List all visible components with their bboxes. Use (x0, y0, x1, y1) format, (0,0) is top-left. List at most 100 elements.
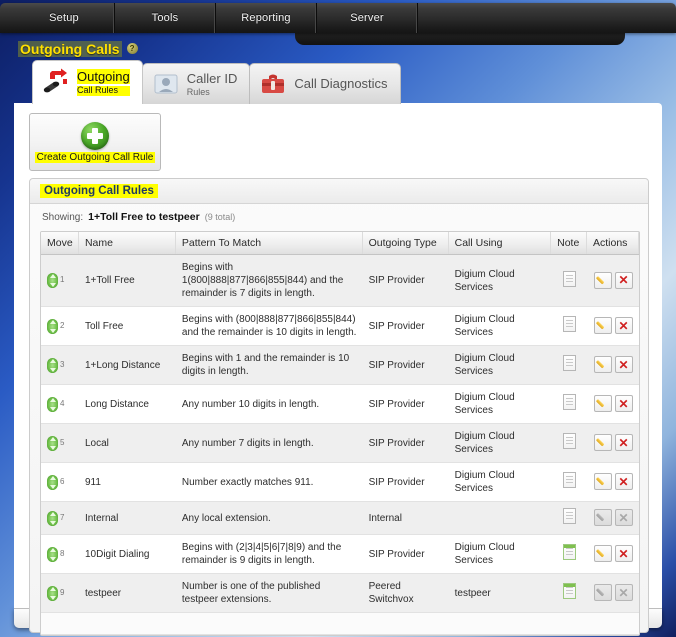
toolbox-icon (258, 69, 288, 99)
cell-pattern: Begins with 1(800|888|877|866|855|844) a… (175, 254, 363, 307)
delete-button[interactable]: ✕ (614, 545, 633, 562)
move-control[interactable]: 9 (47, 585, 73, 601)
edit-button[interactable] (593, 395, 612, 412)
cell-move: 5 (41, 423, 79, 463)
delete-button[interactable]: ✕ (614, 356, 633, 373)
delete-button[interactable]: ✕ (614, 271, 633, 289)
help-icon[interactable]: ? (126, 43, 138, 54)
delete-button[interactable]: ✕ (614, 473, 633, 490)
cell-call-using: Digium Cloud Services (448, 534, 552, 574)
edit-button[interactable] (593, 317, 612, 334)
move-control[interactable]: 1 (47, 273, 73, 288)
move-control[interactable]: 5 (47, 435, 73, 451)
section-header: Outgoing Call Rules (30, 179, 648, 204)
action-button-group: ✕ (593, 509, 633, 526)
cell-move: 1 (41, 254, 79, 307)
move-control[interactable]: 3 (47, 357, 73, 373)
note-page-icon[interactable] (562, 270, 576, 287)
table-row: 6 911 Number exactly matches 911. SIP Provi… (41, 462, 639, 502)
red-x-icon: ✕ (618, 273, 629, 287)
tab-caller-id-rules[interactable]: Caller ID Rules (141, 63, 251, 104)
content-panel: Create Outgoing Call Rule Outgoing Call … (14, 103, 662, 636)
cell-move: 9 (41, 573, 79, 613)
cell-actions: ✕ (587, 501, 639, 535)
move-updown-icon[interactable] (47, 474, 58, 490)
cell-outgoing-type: Internal (362, 501, 449, 535)
move-updown-icon[interactable] (47, 585, 58, 601)
delete-button[interactable]: ✕ (614, 395, 633, 412)
move-control[interactable]: 7 (47, 510, 73, 526)
table-row: 1 1+Toll Free Begins with 1(800|888|877|86… (41, 254, 639, 307)
cell-actions: ✕ (587, 345, 639, 385)
note-page-icon[interactable] (562, 472, 576, 488)
cell-actions: ✕ (587, 254, 639, 307)
note-page-icon[interactable] (562, 394, 576, 410)
move-order-number: 7 (60, 512, 65, 522)
action-button-group: ✕ (593, 271, 633, 289)
edit-button[interactable] (593, 473, 612, 490)
cell-note (551, 501, 587, 535)
outgoing-call-rules-section: Outgoing Call Rules Showing: 1+Toll Free… (29, 178, 649, 636)
cell-pattern: Number is one of the published testpeer … (175, 573, 363, 613)
move-updown-icon[interactable] (47, 435, 58, 451)
note-page-icon[interactable] (562, 355, 576, 371)
tab-call-diagnostics[interactable]: Call Diagnostics (249, 63, 401, 104)
cell-call-using: Digium Cloud Services (448, 345, 552, 385)
move-control[interactable]: 8 (47, 546, 73, 562)
tab-label-group: Outgoing Call Rules (77, 69, 130, 96)
table-filler-cell (41, 612, 639, 635)
note-page-icon[interactable] (562, 508, 576, 524)
table-row: 9 testpeer Number is one of the published … (41, 573, 639, 613)
cell-pattern: Begins with (2|3|4|5|6|7|8|9) and the re… (175, 534, 363, 574)
create-outgoing-call-rule-button[interactable]: Create Outgoing Call Rule (29, 113, 161, 171)
nav-item-server[interactable]: Server (317, 3, 418, 33)
column-header-outgoing-type: Outgoing Type (362, 232, 449, 255)
note-page-icon[interactable] (562, 433, 576, 449)
cell-actions: ✕ (587, 462, 639, 502)
move-control[interactable]: 2 (47, 318, 73, 334)
action-button-group: ✕ (593, 434, 633, 451)
nav-item-label: Server (350, 12, 384, 24)
cell-outgoing-type: SIP Provider (362, 462, 449, 502)
nav-item-label: Tools (151, 12, 179, 24)
edit-button[interactable] (593, 356, 612, 373)
pencil-icon (597, 548, 608, 559)
move-updown-icon[interactable] (47, 546, 58, 562)
nav-item-tools[interactable]: Tools (115, 3, 216, 33)
delete-button[interactable]: ✕ (614, 434, 633, 451)
cell-name: 10Digit Dialing (78, 534, 176, 574)
nav-item-reporting[interactable]: Reporting (216, 3, 317, 33)
edit-button[interactable] (593, 434, 612, 451)
nav-item-setup[interactable]: Setup (14, 3, 115, 33)
delete-button[interactable]: ✕ (614, 317, 633, 334)
move-order-number: 6 (60, 476, 65, 486)
edit-button[interactable] (593, 545, 612, 562)
cell-name: Long Distance (78, 384, 176, 424)
table-row: 8 10Digit Dialing Begins with (2|3|4|5|6|7… (41, 534, 639, 574)
cell-pattern: Begins with (800|888|877|866|855|844) an… (175, 306, 363, 346)
plus-circle-icon (81, 121, 109, 150)
cell-name: Toll Free (78, 306, 176, 346)
note-page-icon[interactable] (562, 583, 576, 599)
rules-table-container: Move Name Pattern To Match Outgoing Type… (40, 231, 640, 636)
tab-label-group: Call Diagnostics (294, 76, 387, 93)
move-updown-icon[interactable] (47, 318, 58, 334)
move-control[interactable]: 4 (47, 396, 73, 412)
edit-button[interactable] (593, 271, 612, 289)
note-page-icon[interactable] (562, 316, 576, 332)
move-updown-icon[interactable] (47, 357, 58, 373)
column-header-call-using: Call Using (448, 232, 552, 255)
column-header-note: Note (551, 232, 587, 255)
move-updown-icon[interactable] (47, 273, 58, 288)
move-updown-icon[interactable] (47, 510, 58, 526)
cell-name: Local (78, 423, 176, 463)
move-updown-icon[interactable] (47, 396, 58, 412)
move-order-number: 9 (60, 587, 65, 597)
nav-item-label: Setup (49, 12, 79, 24)
tab-outgoing-call-rules[interactable]: Outgoing Call Rules (32, 60, 143, 104)
move-control[interactable]: 6 (47, 474, 73, 490)
note-page-icon[interactable] (562, 544, 576, 560)
table-row: 5 Local Any number 7 digits in length. SIP … (41, 423, 639, 463)
cell-call-using: Digium Cloud Services (448, 384, 552, 424)
tab-label-group: Caller ID Rules (187, 71, 238, 97)
